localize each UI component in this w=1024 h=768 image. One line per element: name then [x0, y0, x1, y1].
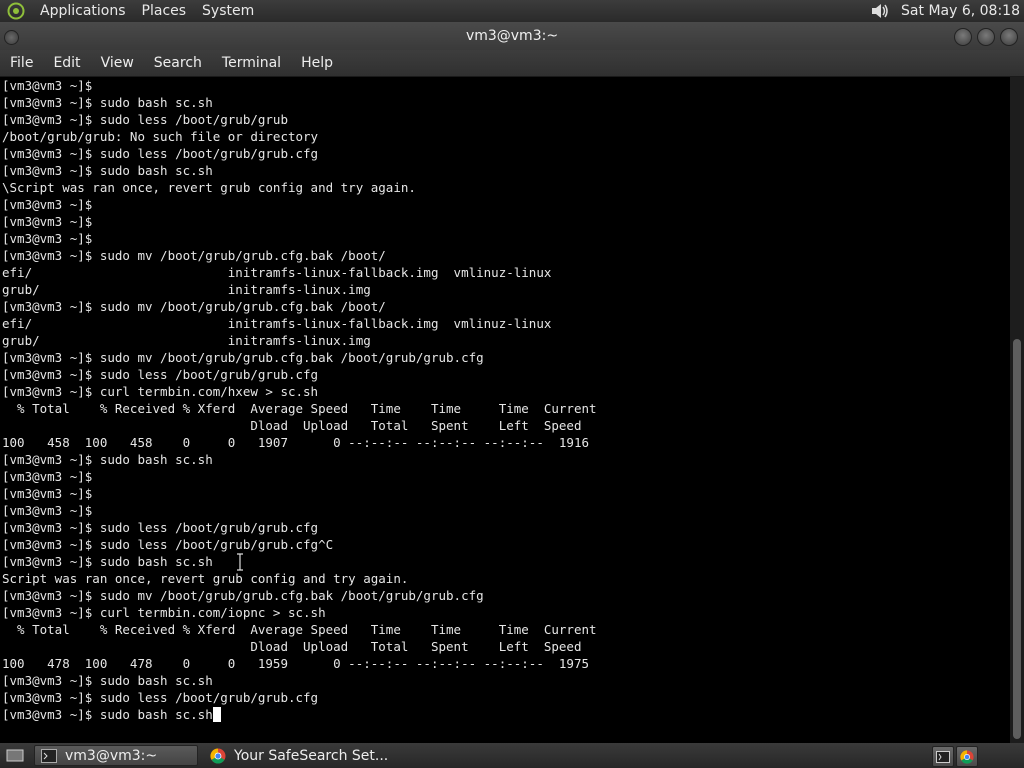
terminal-line: [vm3@vm3 ~]$ sudo less /boot/grub/grub.c… [2, 537, 334, 552]
menu-terminal[interactable]: Terminal [212, 55, 291, 71]
terminal-line: [vm3@vm3 ~]$ [2, 197, 93, 212]
prompt-input[interactable]: [vm3@vm3 ~]$ sudo bash sc.sh [2, 707, 213, 722]
chrome-icon [210, 747, 226, 764]
terminal-line: [vm3@vm3 ~]$ sudo bash sc.sh [2, 554, 213, 569]
terminal-line: efi/ initramfs-linux-fallback.img vmlinu… [2, 265, 552, 280]
taskbar-item-browser[interactable]: Your SafeSearch Set... [204, 745, 388, 766]
terminal-line: [vm3@vm3 ~]$ [2, 214, 93, 229]
bottom-panel: vm3@vm3:~ Your SafeSearch Set... [0, 743, 1024, 768]
terminal-line: [vm3@vm3 ~]$ [2, 78, 93, 93]
show-desktop-icon[interactable] [4, 747, 26, 765]
system-menu[interactable]: System [202, 3, 254, 19]
taskbar-item-label: Your SafeSearch Set... [234, 747, 389, 764]
menu-file[interactable]: File [0, 55, 43, 71]
chrome-launcher-icon[interactable] [956, 746, 978, 767]
terminal-line: /boot/grub/grub: No such file or directo… [2, 129, 319, 144]
terminal-line: [vm3@vm3 ~]$ sudo bash sc.sh [2, 673, 213, 688]
terminal-line: [vm3@vm3 ~]$ curl termbin.com/hxew > sc.… [2, 384, 319, 399]
terminal-line: [vm3@vm3 ~]$ sudo mv /boot/grub/grub.cfg… [2, 588, 484, 603]
minimize-button[interactable] [954, 28, 972, 46]
terminal-line: [vm3@vm3 ~]$ sudo less /boot/grub/grub.c… [2, 690, 319, 705]
clock[interactable]: Sat May 6, 08:18 [901, 3, 1020, 19]
scrollbar-thumb[interactable] [1013, 339, 1021, 739]
terminal-lines: [vm3@vm3 ~]$ [vm3@vm3 ~]$ sudo bash sc.sh… [2, 77, 597, 723]
volume-icon[interactable] [869, 1, 891, 21]
terminal-line: [vm3@vm3 ~]$ sudo less /boot/grub/grub [2, 112, 288, 127]
window-title: vm3@vm3:~ [465, 28, 559, 44]
terminal-line: grub/ initramfs-linux.img [2, 333, 371, 348]
terminal-line: [vm3@vm3 ~]$ sudo bash sc.sh [2, 95, 213, 110]
terminal-scrollbar[interactable] [1010, 77, 1024, 743]
terminal-line: grub/ initramfs-linux.img [2, 282, 371, 297]
terminal-line: [vm3@vm3 ~]$ sudo less /boot/grub/grub.c… [2, 367, 319, 382]
taskbar-item-terminal[interactable]: vm3@vm3:~ [34, 745, 198, 766]
maximize-button[interactable] [977, 28, 995, 46]
terminal-line: \Script was ran once, revert grub config… [2, 180, 416, 195]
menu-help[interactable]: Help [291, 55, 343, 71]
terminal-line: Dload Upload Total Spent Left Speed [2, 639, 582, 654]
terminal-output[interactable]: [vm3@vm3 ~]$ [vm3@vm3 ~]$ sudo bash sc.sh… [0, 77, 1010, 743]
terminal-line: efi/ initramfs-linux-fallback.img vmlinu… [2, 316, 552, 331]
menu-search[interactable]: Search [144, 55, 212, 71]
terminal-line: [vm3@vm3 ~]$ sudo less /boot/grub/grub.c… [2, 520, 319, 535]
terminal-line: [vm3@vm3 ~]$ sudo mv /boot/grub/grub.cfg… [2, 350, 484, 365]
terminal-current-line: [vm3@vm3 ~]$ sudo bash sc.sh [2, 706, 597, 723]
terminal-line: [vm3@vm3 ~]$ [2, 486, 93, 501]
terminal-line: Script was ran once, revert grub config … [2, 571, 409, 586]
menu-view[interactable]: View [91, 55, 144, 71]
terminal-line: [vm3@vm3 ~]$ sudo less /boot/grub/grub.c… [2, 146, 319, 161]
terminal-menubar: File Edit View Search Terminal Help [0, 50, 1024, 77]
window-controls [954, 28, 1018, 46]
terminal-line: [vm3@vm3 ~]$ sudo bash sc.sh [2, 163, 213, 178]
terminal-line: 100 458 100 458 0 0 1907 0 --:--:-- --:-… [2, 435, 589, 450]
applications-menu[interactable]: Applications [40, 3, 126, 19]
menu-edit[interactable]: Edit [43, 55, 90, 71]
terminal-line: [vm3@vm3 ~]$ sudo mv /boot/grub/grub.cfg… [2, 248, 386, 263]
terminal-launcher-icon[interactable] [932, 746, 954, 767]
terminal-cursor [212, 707, 221, 722]
terminal-line: % Total % Received % Xferd Average Speed… [2, 622, 597, 637]
terminal-line: [vm3@vm3 ~]$ curl termbin.com/iopnc > sc… [2, 605, 326, 620]
window-titlebar[interactable]: vm3@vm3:~ [0, 22, 1024, 50]
terminal-line: % Total % Received % Xferd Average Speed… [2, 401, 597, 416]
terminal-line: [vm3@vm3 ~]$ sudo bash sc.sh [2, 452, 213, 467]
terminal-line: [vm3@vm3 ~]$ sudo mv /boot/grub/grub.cfg… [2, 299, 386, 314]
window-menu-button[interactable] [4, 30, 19, 45]
distro-logo-icon[interactable] [6, 1, 26, 21]
top-panel: Applications Places System Sat May 6, 08… [0, 0, 1024, 22]
terminal-line: Dload Upload Total Spent Left Speed [2, 418, 582, 433]
quick-launch [932, 746, 978, 767]
terminal-line: [vm3@vm3 ~]$ [2, 231, 93, 246]
terminal-icon [41, 748, 57, 764]
terminal-line: [vm3@vm3 ~]$ [2, 503, 93, 518]
taskbar-item-label: vm3@vm3:~ [65, 747, 158, 764]
text-cursor-icon [236, 553, 244, 571]
terminal-line: 100 478 100 478 0 0 1959 0 --:--:-- --:-… [2, 656, 589, 671]
places-menu[interactable]: Places [142, 3, 187, 19]
terminal-line: [vm3@vm3 ~]$ [2, 469, 93, 484]
close-button[interactable] [1000, 28, 1018, 46]
